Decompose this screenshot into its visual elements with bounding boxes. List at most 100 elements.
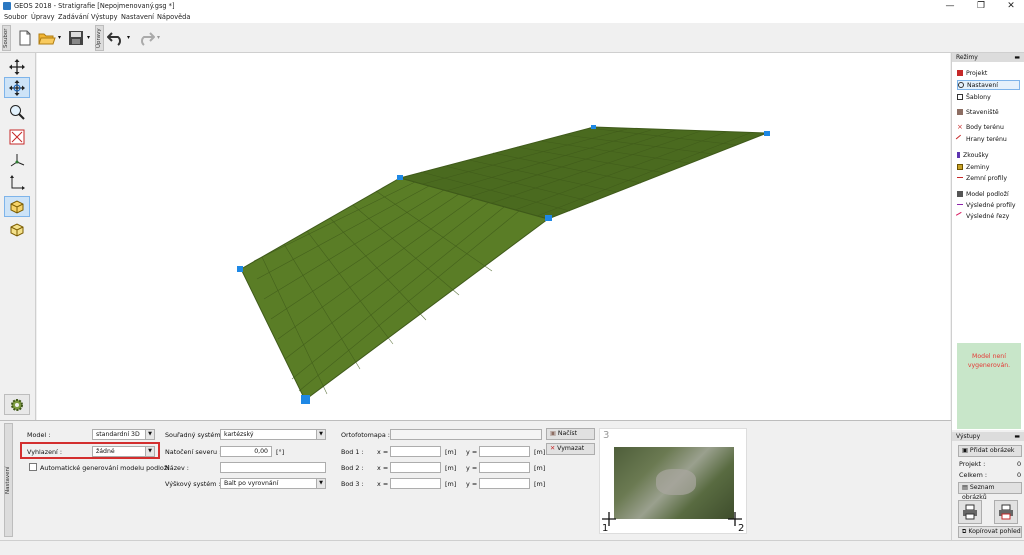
preview-marker-2: 2 xyxy=(738,523,745,534)
terrain-point-handle[interactable] xyxy=(237,266,243,272)
site-icon xyxy=(957,109,963,115)
smoothing-select-value: žádné xyxy=(96,448,115,455)
point-2-x-label: x = xyxy=(377,464,389,472)
mode-item-nastaveni[interactable]: Nastavení xyxy=(957,80,1020,90)
point-2-y-input[interactable] xyxy=(479,462,530,473)
load-button[interactable]: ▣ Načíst xyxy=(546,428,595,440)
print-export-button[interactable] xyxy=(994,500,1018,524)
minimize-button[interactable]: — xyxy=(935,0,965,12)
edit-tab[interactable]: Úpravy xyxy=(95,25,104,51)
chevron-down-icon[interactable]: ▾ xyxy=(127,34,130,41)
close-button[interactable]: ✕ xyxy=(996,0,1024,12)
name-input[interactable] xyxy=(220,462,326,473)
chevron-down-icon: ▼ xyxy=(145,430,154,439)
zoom-button[interactable] xyxy=(4,101,30,122)
folder-open-icon xyxy=(38,33,56,45)
point-2-x-input[interactable] xyxy=(390,462,441,473)
menu-bar: Soubor Úpravy Zadávání Výstupy Nastavení… xyxy=(0,12,1024,23)
mode-item-body-terenu[interactable]: × Body terénu xyxy=(957,122,1004,132)
zoom-icon xyxy=(10,104,25,120)
copy-view-button[interactable]: ⧉ Kopírovat pohled xyxy=(958,526,1022,538)
point-3-x-input[interactable] xyxy=(390,478,441,489)
terrain-surface-near xyxy=(240,177,550,401)
mode-item-vysledne-rezy[interactable]: Výsledné řezy xyxy=(955,211,1009,221)
model-select[interactable]: standardní 3D ▼ xyxy=(92,429,155,440)
zoom-extents-button[interactable] xyxy=(4,126,30,147)
auto-generate-checkbox[interactable] xyxy=(29,463,37,471)
mode-item-zeminy[interactable]: Zeminy xyxy=(957,162,989,172)
name-label: Název : xyxy=(165,464,189,472)
project-count: 0 xyxy=(1017,460,1022,468)
file-tab[interactable]: Soubor xyxy=(2,25,11,51)
coord-system-select[interactable]: kartézský ▼ xyxy=(220,429,326,440)
point-2-label: Bod 2 : xyxy=(341,464,364,472)
add-image-button[interactable]: ▣ Přidat obrázek xyxy=(958,445,1022,457)
terrain-point-handle[interactable] xyxy=(545,215,552,221)
menu-nastaveni[interactable]: Nastavení xyxy=(121,13,154,21)
image-list-button[interactable]: ▤ Seznam obrázků xyxy=(958,482,1022,501)
terrain-point-handle[interactable] xyxy=(301,395,310,404)
redo-button[interactable] xyxy=(136,28,156,48)
settings-side-tab[interactable]: Nastavení xyxy=(4,423,13,537)
move-icon xyxy=(9,58,25,75)
terrain-point-handle[interactable] xyxy=(397,175,403,180)
settings-button[interactable] xyxy=(4,394,30,415)
3d-viewport[interactable] xyxy=(37,53,950,420)
height-system-select[interactable]: Balt po vyrovnání ▼ xyxy=(220,478,326,489)
mode-item-zemni-profily[interactable]: Zemní profily xyxy=(957,173,1007,183)
gear-icon xyxy=(958,82,964,88)
mode-label: Staveniště xyxy=(966,108,999,116)
zoom-extents-icon xyxy=(9,129,25,144)
point-3-y-label: y = xyxy=(466,480,478,488)
axes-3d-button[interactable] xyxy=(4,149,30,170)
point-1-x-input[interactable] xyxy=(390,446,441,457)
unit-label: [m] xyxy=(534,464,546,472)
maximize-button[interactable]: ❐ xyxy=(966,0,996,12)
point-1-y-input[interactable] xyxy=(479,446,530,457)
print-export-icon xyxy=(999,504,1013,520)
box-view-button[interactable] xyxy=(4,196,30,217)
menu-soubor[interactable]: Soubor xyxy=(4,13,27,21)
new-file-button[interactable] xyxy=(15,28,35,48)
move-button[interactable] xyxy=(4,56,30,77)
menu-vystupy[interactable]: Výstupy xyxy=(91,13,118,21)
terrain-point-handle[interactable] xyxy=(591,125,596,129)
smoothing-label: Vyhlazení : xyxy=(27,448,63,456)
point-3-x-label: x = xyxy=(377,480,389,488)
north-rotation-input[interactable]: 0,00 xyxy=(220,446,272,457)
preview-marker-1: 1 xyxy=(602,523,609,534)
undo-button[interactable] xyxy=(106,28,126,48)
menu-napoveda[interactable]: Nápověda xyxy=(157,13,190,21)
coord-system-value: kartézský xyxy=(224,431,254,438)
pan-icon xyxy=(9,79,25,96)
smoothing-select[interactable]: žádné ▼ xyxy=(92,446,155,457)
mode-item-projekt[interactable]: Projekt xyxy=(957,68,987,78)
open-file-button[interactable] xyxy=(37,28,57,48)
chevron-down-icon[interactable]: ▾ xyxy=(58,34,61,41)
mode-item-hrany-terenu[interactable]: Hrany terénu xyxy=(955,134,1007,144)
chevron-down-icon[interactable]: ▾ xyxy=(157,34,160,41)
chevron-down-icon[interactable]: ▾ xyxy=(87,34,90,41)
mode-item-sablony[interactable]: Šablony xyxy=(957,92,991,102)
axes-2d-button[interactable] xyxy=(4,172,30,193)
axes-3d-icon xyxy=(10,153,25,166)
mode-item-vysledne-profily[interactable]: Výsledné profily xyxy=(957,200,1016,210)
mode-label: Model podloží xyxy=(966,190,1009,198)
mode-item-staveniste[interactable]: Staveniště xyxy=(957,107,999,117)
mode-item-zkousky[interactable]: Zkoušky xyxy=(957,150,989,160)
mode-item-model-podlozi[interactable]: Model podloží xyxy=(957,189,1009,199)
save-button[interactable] xyxy=(66,28,86,48)
collapse-icon[interactable]: ▬ xyxy=(1014,53,1020,62)
menu-zadavani[interactable]: Zadávání xyxy=(58,13,89,21)
pan-button[interactable] xyxy=(4,77,30,98)
point-3-y-input[interactable] xyxy=(479,478,530,489)
delete-button[interactable]: ✕ Vymazat xyxy=(546,443,595,455)
terrain-point-handle[interactable] xyxy=(764,131,770,136)
box-plain-button[interactable] xyxy=(4,219,30,240)
collapse-icon[interactable]: ▬ xyxy=(1014,432,1020,441)
terrain-surface[interactable] xyxy=(37,53,950,420)
print-button[interactable] xyxy=(958,500,982,524)
app-icon xyxy=(3,2,11,10)
menu-upravy[interactable]: Úpravy xyxy=(31,13,55,21)
outputs-header: Výstupy ▬ xyxy=(952,432,1024,441)
